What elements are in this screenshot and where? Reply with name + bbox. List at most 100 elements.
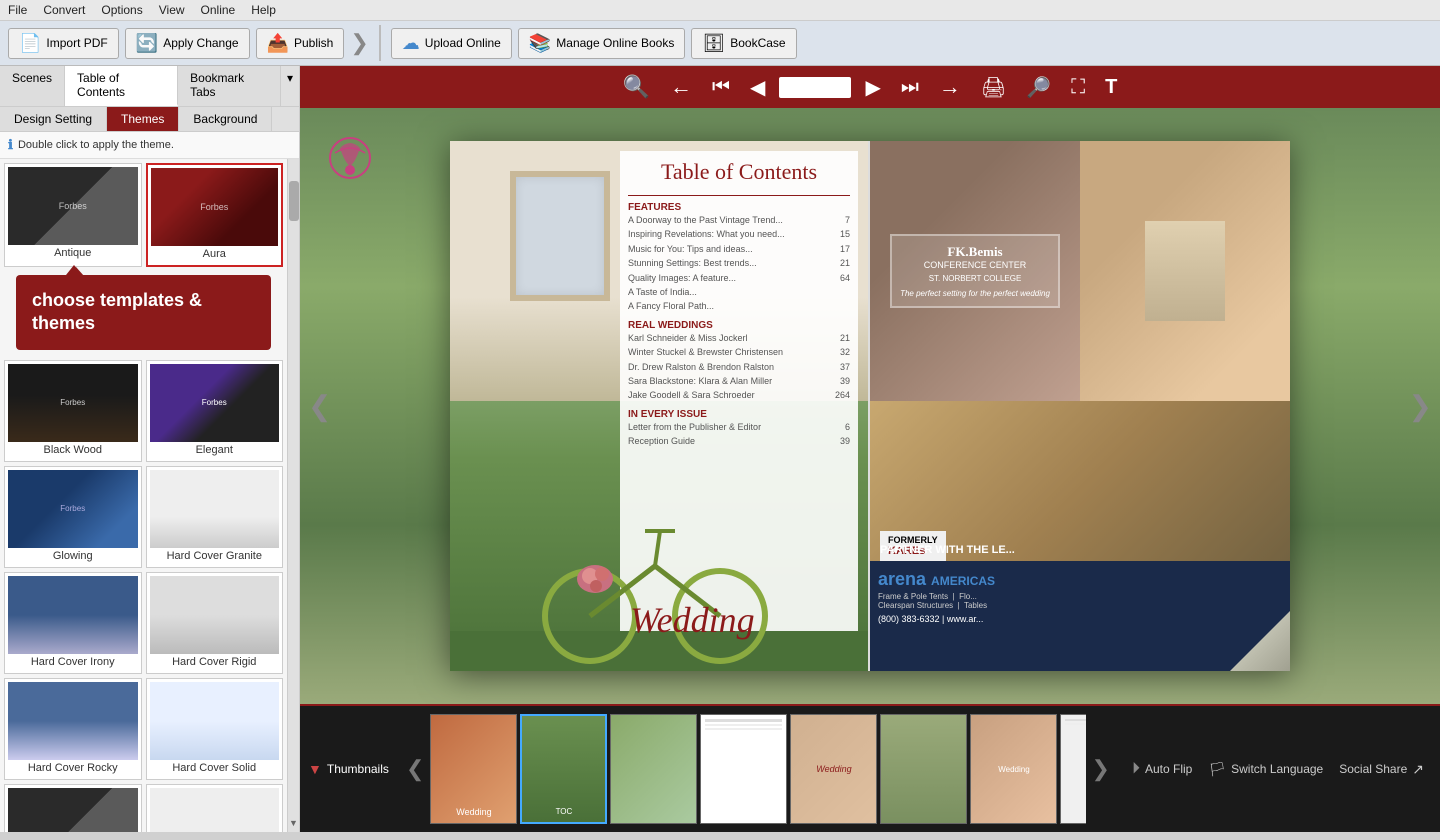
next-page-button[interactable]: ▶ bbox=[859, 73, 886, 102]
hardcoversolid-label: Hard Cover Solid bbox=[150, 760, 280, 776]
thumb-4[interactable] bbox=[700, 714, 787, 824]
theme-hardcovergranite[interactable]: Hard Cover Granite bbox=[146, 466, 284, 568]
tab-themes[interactable]: Themes bbox=[107, 107, 179, 131]
import-pdf-button[interactable]: 📄 Import PDF bbox=[8, 28, 119, 59]
menu-options[interactable]: Options bbox=[101, 3, 142, 17]
page-bottom: Wedding bbox=[450, 431, 868, 671]
tab-design-setting[interactable]: Design Setting bbox=[0, 107, 107, 131]
next-page-nav[interactable]: ❯ bbox=[1409, 390, 1432, 423]
thumbs-container: Wedding TOC bbox=[430, 714, 1085, 824]
glowing-thumb: Forbes bbox=[8, 470, 138, 548]
theme-12[interactable] bbox=[146, 784, 284, 832]
last-page-button[interactable]: ⏭ bbox=[895, 74, 925, 101]
menu-online[interactable]: Online bbox=[201, 3, 236, 17]
apply-change-button[interactable]: 🔄 Apply Change bbox=[125, 28, 250, 59]
theme-glowing[interactable]: Forbes Glowing bbox=[4, 466, 142, 568]
import-pdf-label: Import PDF bbox=[46, 36, 107, 50]
themes-top-section: Forbes Antique Forbes Aura bbox=[0, 159, 287, 350]
thumbs-prev-button[interactable]: ❮ bbox=[400, 756, 430, 782]
tabs-dropdown[interactable]: ▾ bbox=[281, 66, 299, 106]
switch-language-label: Switch Language bbox=[1231, 762, 1323, 776]
info-icon: ℹ bbox=[8, 137, 13, 153]
bookcase-button[interactable]: 🗄 BookCase bbox=[691, 28, 796, 59]
scroll-track[interactable]: ▼ bbox=[287, 159, 299, 832]
page-window bbox=[510, 171, 610, 301]
text-button[interactable]: T bbox=[1099, 74, 1123, 101]
cloud-icon: ☁ bbox=[402, 33, 420, 54]
theme-elegant[interactable]: Forbes Elegant bbox=[146, 360, 284, 462]
aura-thumb: Forbes bbox=[151, 168, 279, 246]
thumb-7[interactable]: Wedding bbox=[970, 714, 1057, 824]
search-button[interactable]: 🔎 bbox=[1020, 73, 1057, 102]
auto-flip-control[interactable]: ⏵ Auto Flip bbox=[1132, 760, 1192, 778]
toc-realweddings-title: REAL WEDDINGS bbox=[628, 320, 850, 331]
toc-divider bbox=[628, 195, 850, 196]
themes-grid: Forbes Black Wood Forbes Elegant Forbes bbox=[0, 356, 287, 832]
thumb-2[interactable]: TOC bbox=[520, 714, 607, 824]
publish-button[interactable]: 📤 Publish bbox=[256, 28, 345, 59]
thumb-6[interactable] bbox=[880, 714, 967, 824]
theme-antique[interactable]: Forbes Antique bbox=[4, 163, 142, 267]
social-share-label: Social Share bbox=[1339, 762, 1407, 776]
fullscreen-button[interactable]: ⛶ bbox=[1065, 74, 1091, 101]
forward-button[interactable]: → bbox=[933, 72, 967, 102]
scroll-down-arrow[interactable]: ▼ bbox=[287, 816, 299, 830]
expand-icon[interactable]: ❯ bbox=[350, 30, 368, 56]
zoom-in-button[interactable]: 🔍 bbox=[617, 72, 656, 102]
manage-online-button[interactable]: 📚 Manage Online Books bbox=[518, 28, 686, 59]
thumb-1[interactable]: Wedding bbox=[430, 714, 517, 824]
menu-convert[interactable]: Convert bbox=[43, 3, 85, 17]
partner-label: PARTNER WITH THE LE... bbox=[880, 544, 1280, 556]
thumb-8[interactable] bbox=[1060, 714, 1085, 824]
page-indicator[interactable]: 4 - 5/24 bbox=[779, 77, 851, 98]
antique-thumb: Forbes bbox=[8, 167, 138, 245]
social-share-control[interactable]: Social Share ↗ bbox=[1339, 761, 1424, 778]
menu-file[interactable]: File bbox=[8, 3, 27, 17]
publish-icon: 📤 bbox=[267, 33, 289, 54]
photo2-content bbox=[1145, 221, 1225, 321]
tab-table-of-contents[interactable]: Table of Contents bbox=[65, 66, 178, 106]
back-button[interactable]: ← bbox=[664, 72, 698, 102]
theme-hardcoversolid[interactable]: Hard Cover Solid bbox=[146, 678, 284, 780]
hardcoveirony-thumb bbox=[8, 576, 138, 654]
thumb-5[interactable]: Wedding bbox=[790, 714, 877, 824]
theme-aura[interactable]: Forbes Aura bbox=[146, 163, 284, 267]
tabs-row2: Design Setting Themes Background bbox=[0, 107, 299, 132]
right-bottom: FORMERLYKAREs arena AMERICAS Frame & Pol… bbox=[870, 401, 1290, 671]
wedding-text: Wedding bbox=[630, 599, 755, 641]
themes-grid-area: Forbes Antique Forbes Aura bbox=[0, 159, 287, 832]
bookcase-icon: 🗄 bbox=[702, 33, 725, 54]
first-page-button[interactable]: ⏮ bbox=[706, 74, 736, 101]
hardcoversolid-thumb bbox=[150, 682, 280, 760]
print-button[interactable]: 🖨 bbox=[975, 73, 1012, 102]
bookcase-label: BookCase bbox=[730, 36, 785, 50]
menu-help[interactable]: Help bbox=[251, 3, 276, 17]
scroll-thumb[interactable] bbox=[289, 181, 299, 221]
theme-hardcoverrigid[interactable]: Hard Cover Rigid bbox=[146, 572, 284, 674]
theme-11[interactable] bbox=[4, 784, 142, 832]
menu-bar: File Convert Options View Online Help bbox=[0, 0, 1440, 21]
bemis-title: FK.Bemis bbox=[900, 244, 1050, 260]
antique-label: Antique bbox=[8, 245, 138, 261]
thumb-3[interactable] bbox=[610, 714, 697, 824]
page-curl bbox=[1230, 611, 1290, 671]
upload-online-button[interactable]: ☁ Upload Online bbox=[391, 28, 512, 59]
theme-blackwood[interactable]: Forbes Black Wood bbox=[4, 360, 142, 462]
menu-view[interactable]: View bbox=[159, 3, 185, 17]
hardcoverrigid-label: Hard Cover Rigid bbox=[150, 654, 280, 670]
switch-language-control[interactable]: 🏳 Switch Language bbox=[1208, 761, 1323, 778]
nav-toolbar: 🔍 ← ⏮ ◀ 4 - 5/24 ▶ ⏭ → 🖨 🔎 ⛶ T bbox=[300, 66, 1440, 108]
toc-title: Table of Contents bbox=[628, 159, 850, 185]
bemis-desc: ST. NORBERT COLLEGE bbox=[900, 274, 1050, 283]
auto-flip-label: Auto Flip bbox=[1145, 762, 1192, 776]
prev-page-nav[interactable]: ❮ bbox=[308, 390, 331, 423]
prev-page-button[interactable]: ◀ bbox=[744, 73, 771, 102]
thumbs-next-button[interactable]: ❯ bbox=[1086, 756, 1116, 782]
tab-bookmark-tabs[interactable]: Bookmark Tabs bbox=[178, 66, 281, 106]
theme-hardcoveirony[interactable]: Hard Cover Irony bbox=[4, 572, 142, 674]
tab-scenes[interactable]: Scenes bbox=[0, 66, 65, 106]
toc-realweddings-items: Karl Schneider & Miss Jockerl 21 Winter … bbox=[628, 331, 850, 403]
theme-hardcoverrocky[interactable]: Hard Cover Rocky bbox=[4, 678, 142, 780]
tab-background[interactable]: Background bbox=[179, 107, 272, 131]
hardcovergranite-thumb bbox=[150, 470, 280, 548]
